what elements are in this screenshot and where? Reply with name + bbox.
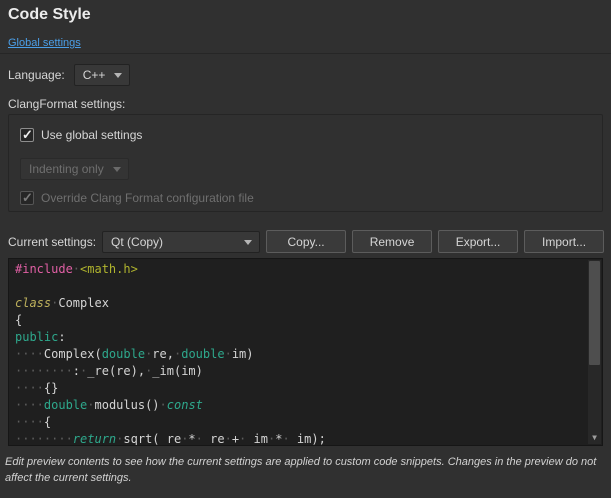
use-global-settings-checkbox[interactable]: Use global settings <box>20 128 142 142</box>
copy-button[interactable]: Copy... <box>266 230 346 253</box>
vertical-scrollbar[interactable]: ▼ <box>588 260 601 444</box>
checkbox-checked-icon <box>20 128 34 142</box>
separator <box>0 53 611 54</box>
current-settings-select[interactable]: Qt (Copy) <box>102 231 260 253</box>
current-settings-value: Qt (Copy) <box>111 235 163 249</box>
clangformat-groupbox: Use global settings Indenting only Overr… <box>8 114 603 212</box>
export-button[interactable]: Export... <box>438 230 518 253</box>
scroll-down-arrow-icon[interactable]: ▼ <box>588 431 601 444</box>
code-preview-editor[interactable]: #include·<math.h> class·Complex{public:·… <box>8 258 603 446</box>
global-settings-link[interactable]: Global settings <box>8 37 81 49</box>
footer-note: Edit preview contents to see how the cur… <box>5 455 607 487</box>
clangformat-settings-label: ClangFormat settings: <box>8 97 125 111</box>
language-select-value: C++ <box>83 68 106 82</box>
override-clangformat-label: Override Clang Format configuration file <box>41 191 254 205</box>
use-global-settings-label: Use global settings <box>41 128 142 142</box>
checkbox-checked-disabled-icon <box>20 191 34 205</box>
code-editor-content: #include·<math.h> class·Complex{public:·… <box>15 261 585 446</box>
formatting-mode-value: Indenting only <box>29 162 104 176</box>
language-label: Language: <box>8 68 65 82</box>
remove-button[interactable]: Remove <box>352 230 432 253</box>
language-select[interactable]: C++ <box>74 64 131 86</box>
import-button[interactable]: Import... <box>524 230 604 253</box>
scrollbar-thumb[interactable] <box>589 261 600 365</box>
current-settings-label: Current settings: <box>8 235 96 249</box>
page-title: Code Style <box>8 6 91 24</box>
formatting-mode-select[interactable]: Indenting only <box>20 158 129 180</box>
override-clangformat-checkbox[interactable]: Override Clang Format configuration file <box>20 191 254 205</box>
